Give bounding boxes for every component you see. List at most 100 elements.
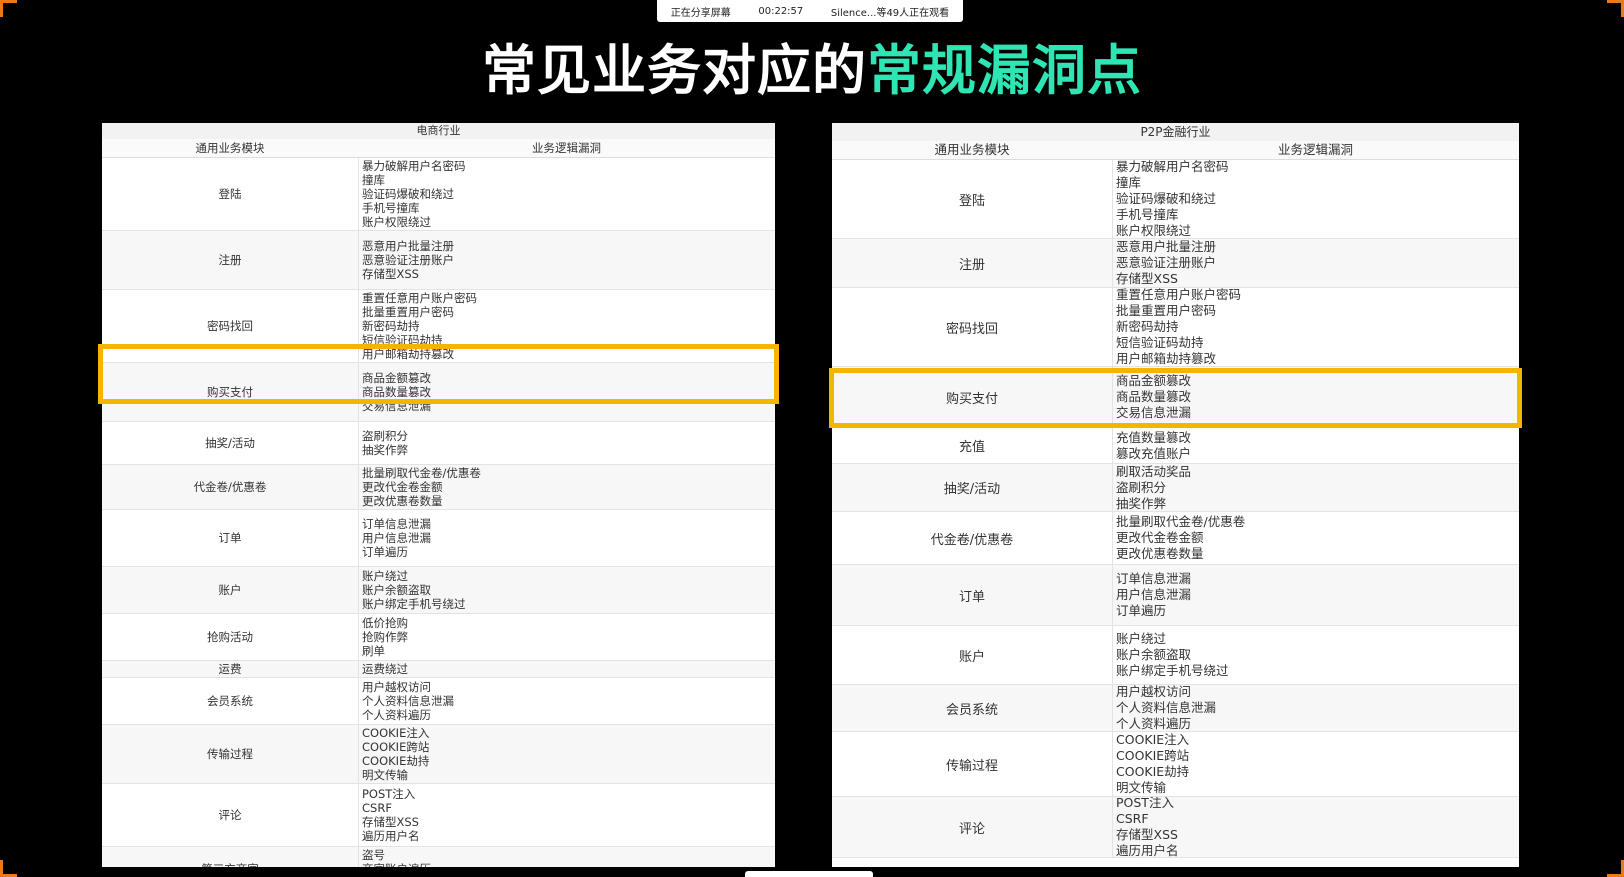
module-cell: 账户 — [832, 626, 1113, 684]
vuln-item: 刷单 — [362, 644, 385, 658]
module-cell: 代金卷/优惠卷 — [102, 465, 359, 509]
table-row: 密码找回 重置任意用户账户密码 批量重置用户密码 新密码劫持 短信验证码劫持 用户邮箱劫持… — [832, 288, 1519, 367]
vuln-cell: 盗刷积分 抽奖作弊 — [359, 422, 775, 464]
module-cell: 会员系统 — [102, 678, 359, 724]
vuln-item: COOKIE劫持 — [1116, 764, 1190, 779]
vuln-cell: 订单信息泄漏 用户信息泄漏 订单遍历 — [1113, 565, 1519, 625]
module-cell: 传输过程 — [832, 732, 1113, 796]
vuln-item: 更改优惠卷数量 — [362, 494, 443, 508]
table-row: 充值 充值数量篡改 篡改充值账户 — [832, 428, 1519, 464]
vuln-item: 篡改充值账户 — [1116, 445, 1192, 461]
table-row: 订单 订单信息泄漏 用户信息泄漏 订单遍历 — [102, 510, 775, 567]
vuln-item: 存储型XSS — [1116, 827, 1178, 842]
table-column-headers: 通用业务模块 业务逻辑漏洞 — [832, 141, 1519, 160]
table-row: 登陆 暴力破解用户名密码 撞库 验证码爆破和绕过 手机号撞库 账户权限绕过 — [102, 158, 775, 231]
vuln-item: 明文传输 — [1116, 780, 1167, 795]
vuln-cell: 账户绕过 账户余额盗取 账户绑定手机号绕过 — [1113, 626, 1519, 684]
vuln-item: 暴力破解用户名密码 — [1116, 160, 1229, 174]
vuln-item: COOKIE注入 — [362, 726, 430, 740]
corner-marker-top-right — [1607, 0, 1624, 17]
vuln-item: 手机号撞库 — [1116, 207, 1179, 222]
vuln-cell: COOKIE注入 COOKIE跨站 COOKIE劫持 明文传输 — [1113, 732, 1519, 796]
table-row: 会员系统 用户越权访问 个人资料信息泄漏 个人资料遍历 — [102, 678, 775, 725]
vuln-item: 订单信息泄漏 — [1116, 571, 1192, 586]
vuln-item: 商品金额篡改 — [1116, 373, 1192, 388]
module-cell: 注册 — [832, 239, 1113, 287]
module-cell: 传输过程 — [102, 725, 359, 783]
vuln-item: 用户信息泄漏 — [1116, 587, 1192, 602]
column-header-vuln: 业务逻辑漏洞 — [1277, 142, 1353, 157]
module-cell: 密码找回 — [832, 288, 1113, 366]
table-body: 登陆 暴力破解用户名密码 撞库 验证码爆破和绕过 手机号撞库 账户权限绕过 注册 恶意用户批量… — [102, 158, 775, 867]
vuln-item: 明文传输 — [362, 768, 408, 782]
table-row: 登陆 暴力破解用户名密码 撞库 验证码爆破和绕过 手机号撞库 账户权限绕过 — [832, 160, 1519, 239]
vuln-cell: 低价抢购 抢购作弊 刷单 — [359, 614, 775, 660]
vuln-item: 用户邮箱劫持篡改 — [362, 347, 454, 361]
column-header-module: 通用业务模块 — [934, 142, 1010, 157]
table-body: 登陆 暴力破解用户名密码 撞库 验证码爆破和绕过 手机号撞库 账户权限绕过 注册 恶意用户批量… — [832, 160, 1519, 858]
table-row: 运费 运费绕过 — [102, 661, 775, 678]
vuln-cell: 运费绕过 — [359, 661, 775, 677]
vuln-item: CSRF — [1116, 811, 1149, 826]
screen-share-bar[interactable]: 正在分享屏幕 00:22:57 Silence...等49人正在观看 — [657, 0, 963, 22]
vuln-item: 交易信息泄漏 — [1116, 405, 1192, 420]
module-cell: 代金卷/优惠卷 — [832, 512, 1113, 564]
bottom-tab-handle[interactable] — [745, 871, 873, 877]
share-viewers[interactable]: Silence...等49人正在观看 — [831, 4, 949, 19]
vuln-item: 更改代金卷金额 — [362, 480, 443, 494]
slide-title-part2: 常规漏洞点 — [867, 39, 1142, 102]
vuln-item: 订单信息泄漏 — [362, 517, 431, 531]
vuln-item: 恶意验证注册账户 — [1116, 255, 1217, 270]
module-cell: 登陆 — [832, 160, 1113, 238]
table-row: 评论 POST注入 CSRF 存储型XSS 遍历用户名 — [102, 784, 775, 847]
vuln-item: 账户绕过 — [362, 569, 408, 583]
vuln-item: 短信验证码劫持 — [362, 333, 443, 347]
column-header-vuln: 业务逻辑漏洞 — [532, 141, 601, 155]
vuln-item: 个人资料信息泄漏 — [362, 694, 454, 708]
table-row: 抽奖/活动 刷取活动奖品 盗刷积分 抽奖作弊 — [832, 464, 1519, 512]
vuln-cell: 恶意用户批量注册 恶意验证注册账户 存储型XSS — [359, 231, 775, 289]
table-row: 抽奖/活动 盗刷积分 抽奖作弊 — [102, 422, 775, 465]
table-row: 代金卷/优惠卷 批量刷取代金卷/优惠卷 更改代金卷金额 更改优惠卷数量 — [832, 512, 1519, 565]
vuln-item: 验证码爆破和绕过 — [1116, 191, 1217, 206]
vuln-item: 商家账户遍历 — [362, 862, 775, 867]
vuln-cell: 商品金额篡改 商品数量篡改 交易信息泄漏 — [1113, 367, 1519, 427]
vuln-item: 恶意用户批量注册 — [362, 239, 454, 253]
module-cell: 评论 — [102, 784, 359, 846]
vuln-item: 刷取活动奖品 — [1116, 464, 1192, 479]
vuln-item: 批量刷取代金卷/优惠卷 — [362, 466, 481, 480]
vuln-item: 抢购作弊 — [362, 630, 408, 644]
table-row: 评论 POST注入 CSRF 存储型XSS 遍历用户名 — [832, 797, 1519, 858]
vuln-cell: 恶意用户批量注册 恶意验证注册账户 存储型XSS — [1113, 239, 1519, 287]
table-column-headers: 通用业务模块 业务逻辑漏洞 — [102, 139, 775, 158]
vuln-item: 新密码劫持 — [362, 319, 420, 333]
p2p-table: P2P金融行业 通用业务模块 业务逻辑漏洞 登陆 暴力破解用户名密码 撞库 验证码爆破… — [832, 123, 1519, 867]
vuln-cell: POST注入 CSRF 存储型XSS 遍历用户名 — [1113, 797, 1519, 857]
vuln-item: 盗刷积分 — [362, 429, 408, 443]
table-industry-header: 电商行业 — [102, 123, 775, 139]
table-row: 账户 账户绕过 账户余额盗取 账户绑定手机号绕过 — [832, 626, 1519, 685]
module-cell: 评论 — [832, 797, 1113, 857]
vuln-item: 账户余额盗取 — [362, 583, 431, 597]
vuln-item: 更改优惠卷数量 — [1116, 546, 1204, 561]
vuln-item: 新密码劫持 — [1116, 319, 1179, 334]
vuln-cell: 批量刷取代金卷/优惠卷 更改代金卷金额 更改优惠卷数量 — [1113, 512, 1519, 564]
vuln-item: 订单遍历 — [362, 545, 408, 559]
module-cell: 第三方商家 — [102, 847, 359, 867]
table-row: 账户 账户绕过 账户余额盗取 账户绑定手机号绕过 — [102, 567, 775, 614]
vuln-item: POST注入 — [362, 787, 416, 801]
vuln-item: 账户绑定手机号绕过 — [362, 597, 466, 611]
vuln-item: 暴力破解用户名密码 — [362, 159, 466, 173]
vuln-item: 恶意验证注册账户 — [362, 253, 454, 267]
module-cell: 订单 — [832, 565, 1113, 625]
vuln-item: 运费绕过 — [362, 662, 408, 676]
vuln-item: 账户绕过 — [1116, 631, 1167, 646]
vuln-item: 账户余额盗取 — [1116, 647, 1192, 662]
table-row: 注册 恶意用户批量注册 恶意验证注册账户 存储型XSS — [832, 239, 1519, 288]
corner-marker-top-left — [0, 0, 17, 17]
vuln-item: 批量重置用户密码 — [1116, 303, 1217, 318]
slide-title: 常见业务对应的常规漏洞点 — [0, 26, 1624, 105]
module-cell: 登陆 — [102, 158, 359, 230]
vuln-item: 订单遍历 — [1116, 603, 1167, 618]
vuln-item: 商品金额篡改 — [362, 371, 431, 385]
